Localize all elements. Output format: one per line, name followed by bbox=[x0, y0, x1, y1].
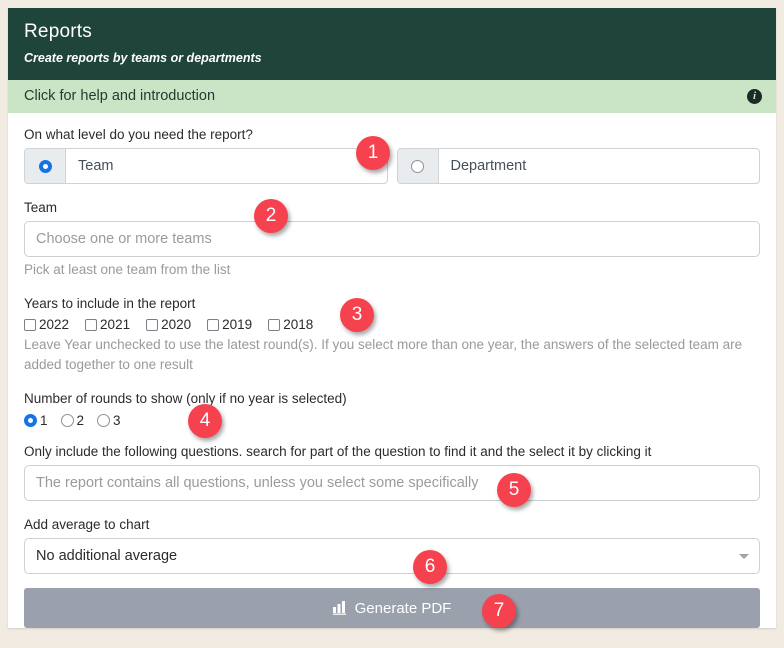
team-radio[interactable] bbox=[38, 159, 52, 173]
checkbox-icon[interactable] bbox=[24, 318, 36, 331]
average-group: Add average to chart No additional avera… bbox=[24, 515, 760, 574]
annotation-badge-6: 6 bbox=[413, 550, 447, 584]
year-checkbox-2018[interactable]: 2018 bbox=[268, 317, 313, 332]
average-label: Add average to chart bbox=[24, 517, 150, 532]
year-label: 2020 bbox=[161, 317, 192, 332]
page-root: Reports Create reports by teams or depar… bbox=[0, 0, 784, 648]
help-bar-label: Click for help and introduction bbox=[24, 88, 216, 104]
average-select[interactable]: No additional average bbox=[24, 538, 760, 574]
radio-icon[interactable] bbox=[97, 414, 111, 427]
checkbox-icon[interactable] bbox=[146, 318, 159, 331]
annotation-badge-7: 7 bbox=[482, 594, 516, 628]
year-label: 2018 bbox=[283, 317, 314, 332]
reports-card: Reports Create reports by teams or depar… bbox=[8, 8, 776, 628]
info-icon[interactable]: i bbox=[747, 88, 762, 104]
level-option-department[interactable]: Department bbox=[396, 148, 760, 184]
checkbox-icon[interactable] bbox=[207, 318, 220, 331]
rounds-option-label: 1 bbox=[40, 413, 48, 428]
annotation-badge-1: 1 bbox=[356, 136, 390, 170]
level-group: On what level do you need the report? Te… bbox=[24, 125, 760, 184]
rounds-radio-row: 1 2 3 bbox=[24, 413, 760, 428]
team-help-text: Pick at least one team from the list bbox=[24, 262, 231, 277]
checkbox-icon[interactable] bbox=[85, 318, 98, 331]
questions-group: Only include the following questions. se… bbox=[24, 442, 760, 501]
page-title: Reports bbox=[24, 21, 92, 42]
team-option-label: Team bbox=[78, 158, 114, 174]
radio-icon[interactable] bbox=[60, 414, 74, 427]
years-group: Years to include in the report 2022 2021… bbox=[24, 294, 760, 375]
level-option-team[interactable]: Team bbox=[24, 148, 388, 184]
questions-label: Only include the following questions. se… bbox=[24, 444, 652, 459]
questions-input[interactable] bbox=[24, 465, 760, 501]
rounds-option-label: 2 bbox=[76, 413, 85, 428]
team-label: Team bbox=[24, 200, 58, 215]
team-radio-addon[interactable] bbox=[25, 149, 66, 183]
annotation-badge-4: 4 bbox=[188, 404, 222, 438]
level-label: On what level do you need the report? bbox=[24, 127, 253, 142]
department-radio-addon[interactable] bbox=[397, 149, 439, 183]
year-checkbox-2020[interactable]: 2020 bbox=[146, 317, 191, 332]
checkbox-icon[interactable] bbox=[268, 318, 281, 331]
rounds-option-1[interactable]: 1 bbox=[24, 413, 48, 428]
year-label: 2021 bbox=[100, 317, 131, 332]
annotation-badge-2: 2 bbox=[254, 199, 288, 233]
team-input[interactable] bbox=[24, 221, 760, 257]
level-options-row: Team Department bbox=[24, 148, 760, 184]
page-subtitle: Create reports by teams or departments bbox=[24, 51, 262, 65]
rounds-option-label: 3 bbox=[113, 413, 121, 428]
year-checkbox-2022[interactable]: 2022 bbox=[24, 317, 69, 332]
help-bar[interactable]: Click for help and introduction i bbox=[8, 80, 776, 113]
annotation-badge-3: 3 bbox=[340, 298, 374, 332]
rounds-option-2[interactable]: 2 bbox=[60, 413, 85, 428]
year-label: 2019 bbox=[222, 317, 253, 332]
rounds-option-3[interactable]: 3 bbox=[97, 413, 121, 428]
department-radio[interactable] bbox=[411, 159, 424, 173]
rounds-label: Number of rounds to show (only if no yea… bbox=[24, 391, 347, 406]
years-help-text: Leave Year unchecked to use the latest r… bbox=[24, 337, 743, 372]
generate-pdf-label: Generate PDF bbox=[354, 599, 452, 617]
average-select-wrap: No additional average bbox=[24, 538, 760, 574]
year-checkbox-2019[interactable]: 2019 bbox=[207, 317, 252, 332]
bar-chart-icon bbox=[332, 601, 346, 615]
department-option-label: Department bbox=[450, 158, 527, 174]
rounds-group: Number of rounds to show (only if no yea… bbox=[24, 389, 760, 428]
generate-pdf-button[interactable]: Generate PDF bbox=[24, 588, 760, 628]
years-label: Years to include in the report bbox=[24, 296, 196, 311]
team-group: Team Pick at least one team from the lis… bbox=[24, 198, 760, 280]
card-body: On what level do you need the report? Te… bbox=[8, 113, 776, 628]
years-checkbox-row: 2022 2021 2020 2019 2018 bbox=[24, 317, 760, 332]
annotation-badge-5: 5 bbox=[497, 473, 531, 507]
radio-icon[interactable] bbox=[24, 414, 37, 427]
year-label: 2022 bbox=[39, 317, 70, 332]
card-header: Reports Create reports by teams or depar… bbox=[8, 8, 776, 80]
year-checkbox-2021[interactable]: 2021 bbox=[85, 317, 130, 332]
